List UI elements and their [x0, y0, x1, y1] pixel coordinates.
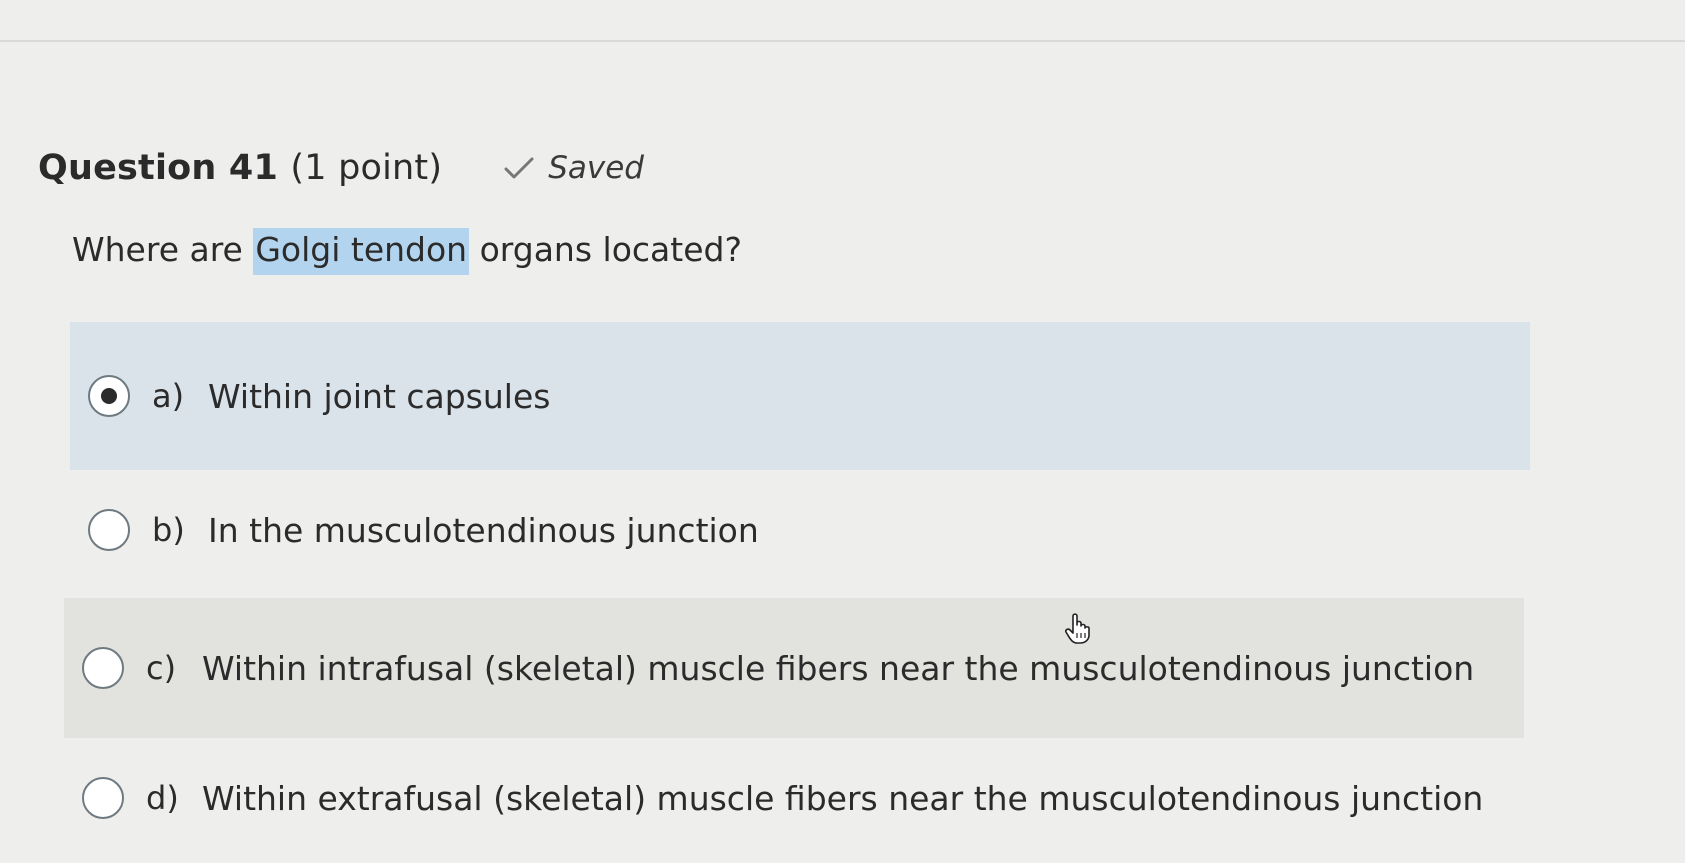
- answer-text-a: Within joint capsules: [208, 376, 551, 416]
- saved-label: Saved: [548, 150, 644, 186]
- prompt-end: organs located?: [469, 230, 742, 269]
- radio-button-d[interactable]: [82, 777, 124, 819]
- check-icon: [504, 157, 534, 179]
- answer-option-b[interactable]: b) In the musculotendinous junction: [70, 470, 1530, 590]
- answer-option-c[interactable]: c) Within intrafusal (skeletal) muscle f…: [64, 598, 1524, 738]
- quiz-question: Question 41 (1 point) Saved Where are Go…: [0, 0, 1685, 863]
- saved-status: Saved: [502, 150, 644, 186]
- question-prompt: Where are Golgi tendon organs located?: [72, 228, 742, 275]
- hand-cursor-icon: [1065, 613, 1090, 644]
- answer-text-d: Within extrafusal (skeletal) muscle fibe…: [202, 778, 1484, 818]
- answer-letter-d: d): [146, 779, 179, 817]
- answer-text-b: In the musculotendinous junction: [208, 510, 759, 550]
- answer-text-c: Within intrafusal (skeletal) muscle fibe…: [202, 648, 1475, 688]
- question-number: Question 41: [38, 148, 279, 188]
- answer-letter-c: c): [146, 649, 177, 687]
- question-header: Question 41 (1 point) Saved: [38, 148, 644, 188]
- radio-button-c[interactable]: [82, 647, 124, 689]
- prompt-start: Where are: [72, 230, 254, 269]
- highlighted-text: Golgi tendon: [253, 228, 470, 275]
- radio-button-a[interactable]: [88, 375, 130, 417]
- answer-letter-a: a): [152, 377, 185, 415]
- answer-letter-b: b): [152, 511, 185, 549]
- question-title: Question 41 (1 point): [38, 148, 442, 188]
- answer-option-d[interactable]: d) Within extrafusal (skeletal) muscle f…: [64, 738, 1524, 858]
- question-points: (1 point): [290, 148, 443, 188]
- radio-button-b[interactable]: [88, 509, 130, 551]
- answer-option-a[interactable]: a) Within joint capsules: [70, 322, 1530, 470]
